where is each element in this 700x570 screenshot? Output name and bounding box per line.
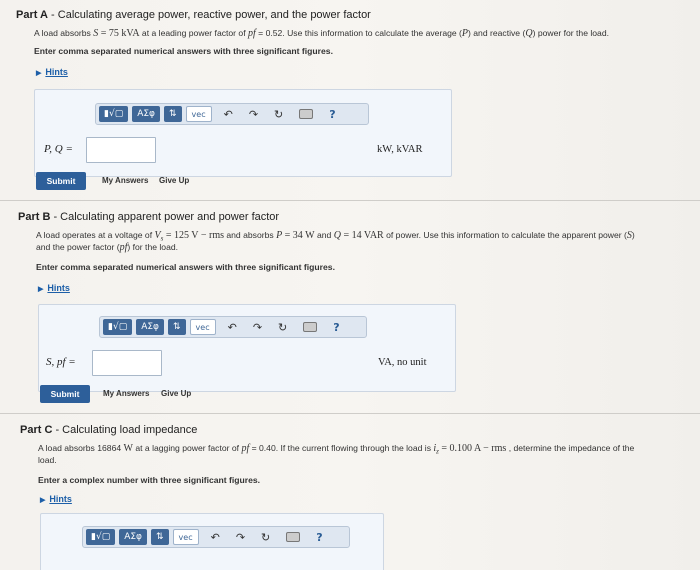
undo-icon[interactable]: ↶ <box>224 108 233 121</box>
part-c-instruction: Enter a complex number with three signif… <box>38 475 261 485</box>
part-b-instruction: Enter comma separated numerical answers … <box>36 262 335 272</box>
undo-icon[interactable]: ↶ <box>228 321 237 334</box>
vec-button[interactable]: vec <box>189 319 216 335</box>
help-icon[interactable]: ? <box>333 321 339 334</box>
part-a-description: A load absorbs S = 75 kVA at a leading p… <box>34 28 610 39</box>
part-b-answer-input[interactable] <box>92 350 162 376</box>
templates-button[interactable]: ▮√▢ <box>103 319 133 335</box>
part-a-hints-link[interactable]: ▶ Hints <box>36 67 68 77</box>
part-b-submit-button[interactable]: Submit <box>40 385 90 403</box>
part-c-math-toolbar: ▮√▢ ΑΣφ ⇅ vec ↶ ↷ ↻ ? <box>82 526 350 548</box>
arrows-button[interactable]: ⇅ <box>163 106 182 122</box>
templates-button[interactable]: ▮√▢ <box>99 106 129 122</box>
part-b-hints-link[interactable]: ▶ Hints <box>38 283 70 293</box>
keyboard-icon[interactable] <box>299 109 314 119</box>
reset-icon[interactable]: ↻ <box>274 108 283 121</box>
part-b-description-line2: and the power factor (pf) for the load. <box>36 242 179 253</box>
part-b-math-toolbar: ▮√▢ ΑΣφ ⇅ vec ↶ ↷ ↻ ? <box>99 316 367 338</box>
greek-symbols-button[interactable]: ΑΣφ <box>132 106 160 122</box>
part-c-hints-link[interactable]: ▶ Hints <box>40 494 72 504</box>
reset-icon[interactable]: ↻ <box>278 321 287 334</box>
templates-button[interactable]: ▮√▢ <box>86 529 116 545</box>
undo-icon[interactable]: ↶ <box>211 531 220 544</box>
part-b-variable-label: S, pf = <box>46 356 76 368</box>
part-a-variable-label: P, Q = <box>44 143 73 155</box>
part-a-my-answers-link[interactable]: My Answers <box>102 176 148 185</box>
part-b-title: Part B - Calculating apparent power and … <box>18 211 280 223</box>
keyboard-icon[interactable] <box>286 532 301 542</box>
keyboard-icon[interactable] <box>303 322 318 332</box>
part-a-math-toolbar: ▮√▢ ΑΣφ ⇅ vec ↶ ↷ ↻ ? <box>95 103 369 125</box>
arrows-button[interactable]: ⇅ <box>150 529 169 545</box>
section-divider <box>0 200 700 201</box>
triangle-right-icon: ▶ <box>40 497 46 504</box>
arrows-button[interactable]: ⇅ <box>167 319 186 335</box>
help-icon[interactable]: ? <box>329 108 335 121</box>
part-c-description-line1: A load absorbs 16864 W at a lagging powe… <box>38 443 635 456</box>
redo-icon[interactable]: ↷ <box>253 321 262 334</box>
part-b-give-up-link[interactable]: Give Up <box>161 389 191 398</box>
part-b-my-answers-link[interactable]: My Answers <box>103 389 149 398</box>
vec-button[interactable]: vec <box>185 106 212 122</box>
vec-button[interactable]: vec <box>172 529 199 545</box>
part-a-answer-input[interactable] <box>86 137 156 163</box>
part-a-give-up-link[interactable]: Give Up <box>159 176 189 185</box>
reset-icon[interactable]: ↻ <box>261 531 270 544</box>
redo-icon[interactable]: ↷ <box>236 531 245 544</box>
triangle-right-icon: ▶ <box>36 70 42 77</box>
redo-icon[interactable]: ↷ <box>249 108 258 121</box>
section-divider <box>0 413 700 414</box>
page-background: Part A - Calculating average power, reac… <box>0 0 700 570</box>
part-a-submit-button[interactable]: Submit <box>36 172 86 190</box>
triangle-right-icon: ▶ <box>38 286 44 293</box>
part-c-description-line2: load. <box>38 455 57 465</box>
help-icon[interactable]: ? <box>316 531 322 544</box>
part-a-units: kW, kVAR <box>377 144 423 155</box>
part-c-title: Part C - Calculating load impedance <box>20 424 198 436</box>
part-b-units: VA, no unit <box>378 357 427 368</box>
greek-symbols-button[interactable]: ΑΣφ <box>136 319 164 335</box>
greek-symbols-button[interactable]: ΑΣφ <box>119 529 147 545</box>
part-a-instruction: Enter comma separated numerical answers … <box>34 46 333 56</box>
part-a-title: Part A - Calculating average power, reac… <box>16 9 371 21</box>
